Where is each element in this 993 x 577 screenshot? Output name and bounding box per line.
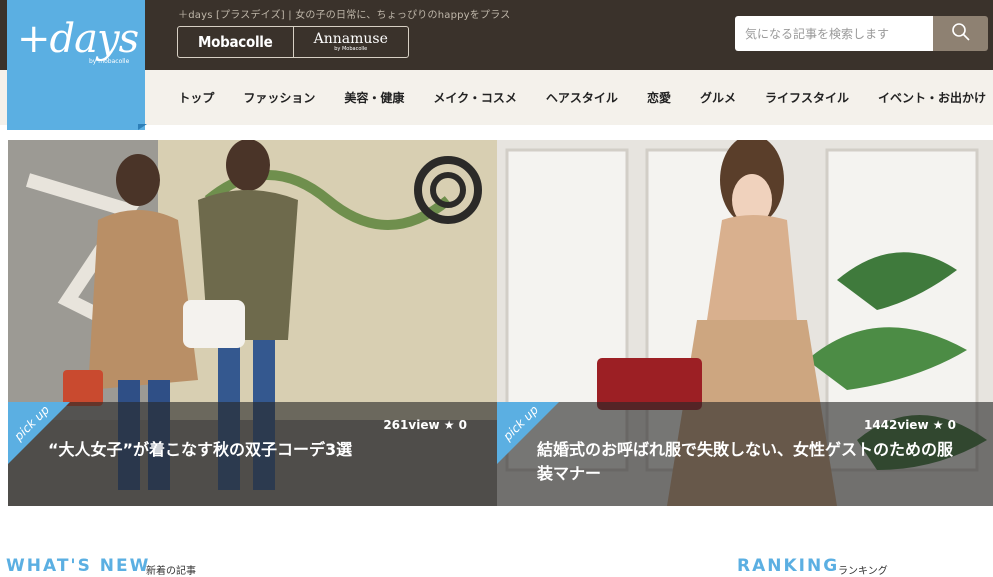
article-title[interactable]: “大人女子”が着こなす秋の双子コーデ3選 (48, 438, 468, 462)
ranking-heading: RANKING (737, 556, 840, 576)
search-input[interactable] (735, 16, 933, 51)
ranking-subheading: ランキング (838, 566, 888, 577)
pickup-card[interactable]: pick up 261view ★ 0 “大人女子”が着こなす秋の双子コーデ3選 (8, 140, 497, 506)
logo-fold-decoration (138, 124, 147, 130)
nav-item-fashion[interactable]: ファッション (243, 89, 315, 106)
view-count: 1442view ★ 0 (863, 418, 956, 432)
nav-item-love[interactable]: 恋愛 (647, 89, 671, 106)
nav-item-hairstyle[interactable]: ヘアスタイル (546, 89, 618, 106)
article-title[interactable]: 結婚式のお呼ばれ服で失敗しない、女性ゲストのための服装マナー (537, 438, 967, 486)
search-icon (951, 22, 971, 46)
site-tagline: ＋days [プラスデイズ] | 女の子の日常に、ちょっぴりのhappyをプラス (178, 10, 511, 21)
logo-text: +days (17, 16, 139, 62)
nav-item-lifestyle[interactable]: ライフスタイル (765, 89, 849, 106)
search-form (735, 16, 988, 51)
mobacolle-link[interactable]: Mobacolle (178, 27, 293, 57)
annamuse-link[interactable]: Annamuse by Mobacolle (292, 27, 409, 57)
nav-item-top[interactable]: トップ (178, 89, 214, 106)
mobacolle-logo-text: Mobacolle (198, 33, 273, 51)
nav-item-events-outing[interactable]: イベント・お出かけ (878, 89, 986, 106)
pickup-card[interactable]: pick up 1442view ★ 0 結婚式のお呼ばれ服で失敗しない、女性ゲ… (497, 140, 993, 506)
brand-links: Mobacolle Annamuse by Mobacolle (177, 26, 409, 58)
logo-subtext: by mobacolle (89, 58, 130, 65)
nav-item-beauty-health[interactable]: 美容・健康 (344, 89, 404, 106)
nav-item-gourmet[interactable]: グルメ (700, 89, 736, 106)
whats-new-heading: WHAT'S NEW (6, 556, 151, 576)
main-nav: トップ ファッション 美容・健康 メイク・コスメ ヘアスタイル 恋愛 グルメ ラ… (149, 70, 986, 125)
nav-item-makeup-cosme[interactable]: メイク・コスメ (433, 89, 517, 106)
whats-new-subheading: 新着の記事 (146, 566, 196, 577)
annamuse-logo-text: Annamuse (313, 31, 388, 47)
site-logo[interactable]: +days by mobacolle (7, 0, 145, 130)
search-button[interactable] (933, 16, 988, 51)
view-count: 261view ★ 0 (383, 418, 467, 432)
annamuse-logo-subtext: by Mobacolle (334, 46, 368, 52)
